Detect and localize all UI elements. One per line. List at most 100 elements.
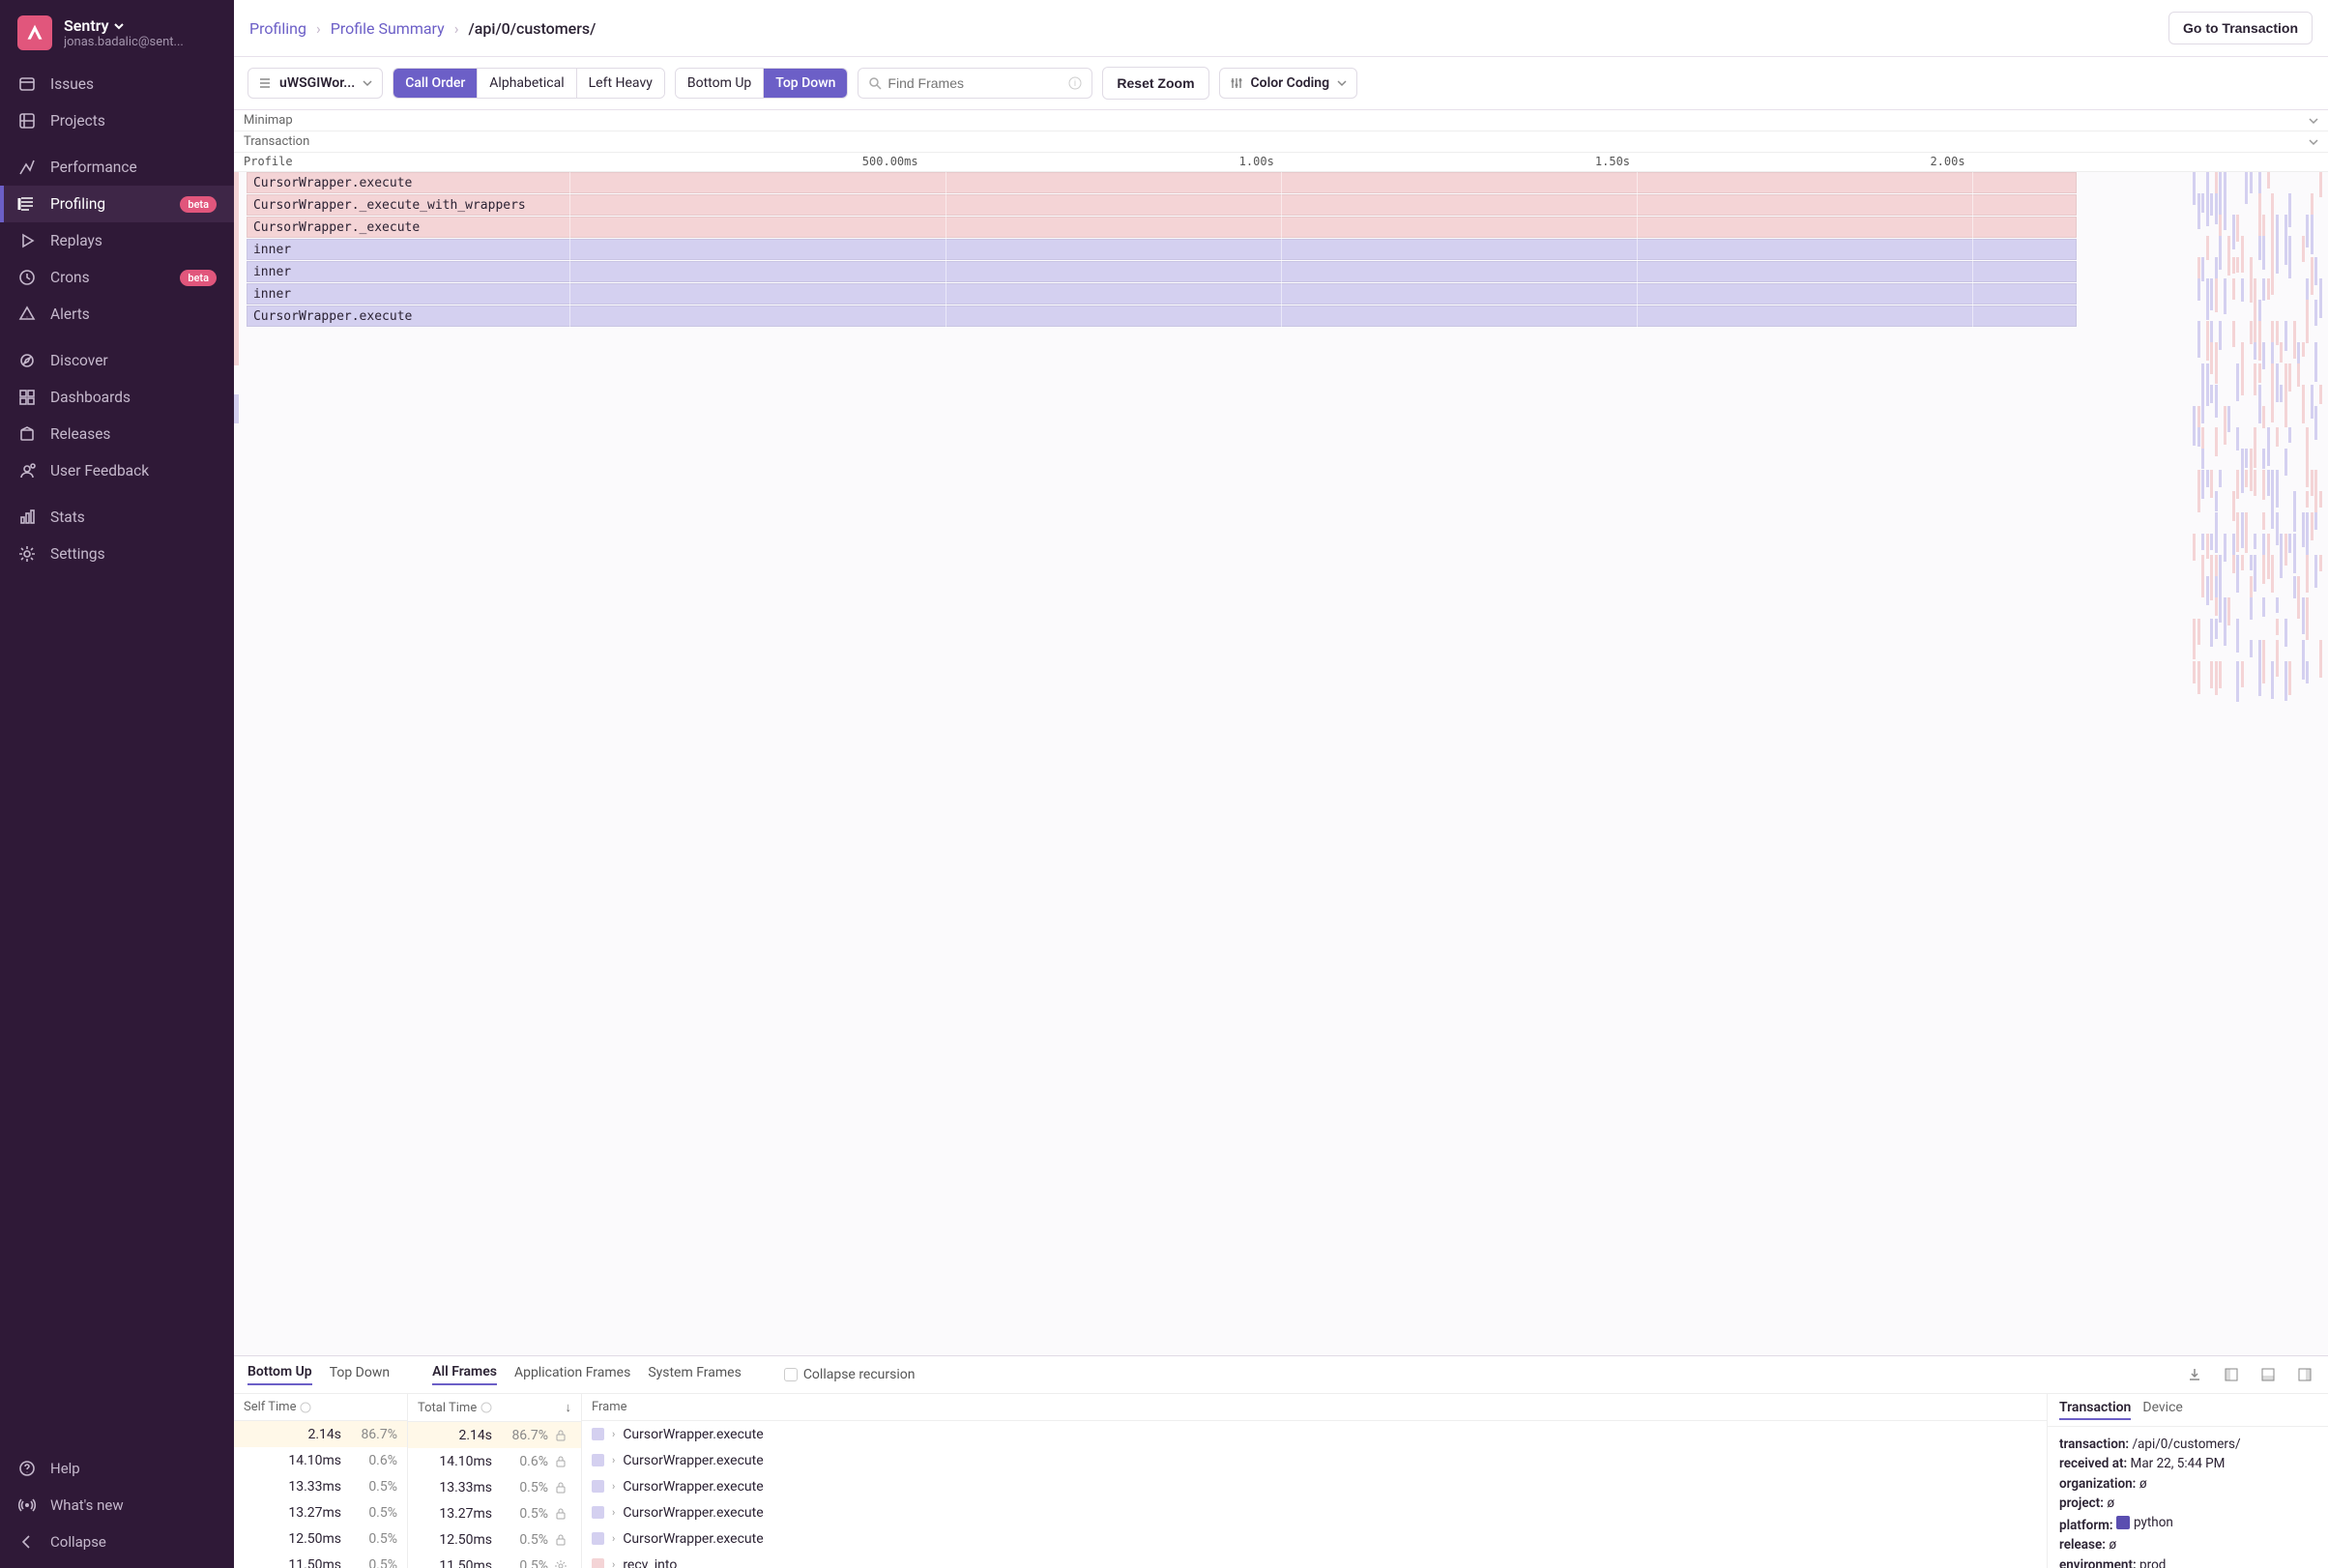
table-row[interactable]: 14.10ms0.6%: [234, 1447, 407, 1473]
tab-all-frames[interactable]: All Frames: [432, 1364, 497, 1385]
sidebar-footer-collapse[interactable]: Collapse: [0, 1524, 234, 1560]
table-row[interactable]: ›CursorWrapper.execute: [582, 1525, 2047, 1552]
sidebar-item-label: Profiling: [50, 195, 166, 213]
table-row[interactable]: ›recv_into: [582, 1552, 2047, 1568]
tab-top-down[interactable]: Top Down: [330, 1365, 390, 1384]
broadcast-icon: [17, 1495, 37, 1515]
main-content: Profiling›Profile Summary›/api/0/custome…: [234, 0, 2328, 1568]
transaction-section[interactable]: Transaction: [234, 131, 2328, 153]
table-row[interactable]: 13.27ms0.5%: [234, 1499, 407, 1525]
table-row[interactable]: ›CursorWrapper.execute: [582, 1447, 2047, 1473]
flame-bar[interactable]: CursorWrapper.execute: [247, 172, 2077, 193]
table-row[interactable]: 12.50ms0.5%: [234, 1525, 407, 1552]
segment-top-down[interactable]: Top Down: [764, 69, 847, 98]
tab-device[interactable]: Device: [2142, 1400, 2182, 1420]
segment-left-heavy[interactable]: Left Heavy: [577, 69, 664, 98]
tab-bottom-up[interactable]: Bottom Up: [247, 1364, 312, 1385]
flamegraph[interactable]: CursorWrapper.executeCursorWrapper._exec…: [234, 172, 2328, 1355]
table-row[interactable]: 11.50ms0.5%: [408, 1553, 581, 1568]
segment-bottom-up[interactable]: Bottom Up: [676, 69, 764, 98]
table-row[interactable]: 13.27ms0.5%: [408, 1500, 581, 1526]
lock-icon: [554, 1507, 571, 1521]
table-row[interactable]: 2.14s86.7%: [408, 1422, 581, 1448]
flame-bar[interactable]: CursorWrapper._execute: [247, 217, 2077, 238]
chevron-right-icon[interactable]: ›: [612, 1506, 615, 1519]
segment-alphabetical[interactable]: Alphabetical: [478, 69, 576, 98]
chevron-right-icon[interactable]: ›: [612, 1532, 615, 1545]
tab-application-frames[interactable]: Application Frames: [514, 1365, 630, 1384]
sidebar-item-dashboards[interactable]: Dashboards: [0, 379, 234, 416]
flame-bar[interactable]: inner: [247, 283, 2077, 305]
chevron-down-icon[interactable]: [2309, 137, 2318, 147]
sidebar-item-crons[interactable]: Cronsbeta: [0, 259, 234, 296]
breadcrumb-item[interactable]: Profiling: [249, 19, 306, 38]
flame-bar[interactable]: inner: [247, 239, 2077, 260]
chevron-right-icon[interactable]: ›: [612, 1480, 615, 1493]
chevron-right-icon[interactable]: ›: [612, 1428, 615, 1440]
table-row[interactable]: 2.14s86.7%: [234, 1421, 407, 1447]
layout-right-icon[interactable]: [2295, 1365, 2314, 1384]
color-swatch: [592, 1480, 604, 1493]
table-row[interactable]: 13.33ms0.5%: [408, 1474, 581, 1500]
segment-call-order[interactable]: Call Order: [393, 69, 478, 98]
sidebar-header[interactable]: Sentry jonas.badalic@sent...: [0, 0, 234, 66]
sidebar-item-profiling[interactable]: Profilingbeta: [0, 186, 234, 222]
sidebar-item-projects[interactable]: Projects: [0, 102, 234, 139]
projects-icon: [17, 111, 37, 131]
color-coding-selector[interactable]: Color Coding: [1219, 68, 1358, 99]
table-row[interactable]: 11.50ms0.5%: [234, 1552, 407, 1568]
gear-icon: [554, 1559, 571, 1568]
table-row[interactable]: 12.50ms0.5%: [408, 1526, 581, 1553]
sentry-logo-icon: [17, 15, 52, 50]
color-swatch: [592, 1558, 604, 1568]
tab-transaction[interactable]: Transaction: [2059, 1400, 2131, 1420]
tab-system-frames[interactable]: System Frames: [648, 1365, 742, 1384]
flame-bar[interactable]: inner: [247, 261, 2077, 282]
chevron-right-icon[interactable]: ›: [612, 1558, 615, 1568]
sidebar-item-replays[interactable]: Replays: [0, 222, 234, 259]
chevron-right-icon[interactable]: ›: [612, 1454, 615, 1466]
thread-selector[interactable]: uWSGIWor...: [247, 68, 383, 99]
frame-column: Frame ›CursorWrapper.execute›CursorWrapp…: [582, 1394, 2048, 1568]
color-swatch: [592, 1454, 604, 1466]
sidebar-footer-help[interactable]: Help: [0, 1450, 234, 1487]
lock-icon: [554, 1533, 571, 1547]
discover-icon: [17, 351, 37, 370]
table-row[interactable]: ›CursorWrapper.execute: [582, 1473, 2047, 1499]
chevron-down-icon[interactable]: [2309, 116, 2318, 126]
layout-left-icon[interactable]: [2222, 1365, 2241, 1384]
sidebar-item-performance[interactable]: Performance: [0, 149, 234, 186]
sort-descending-icon[interactable]: ↓: [566, 1400, 572, 1415]
org-switcher[interactable]: Sentry: [64, 16, 184, 35]
self-time-column: Self Time 2.14s86.7%14.10ms0.6%13.33ms0.…: [234, 1394, 408, 1568]
sidebar-item-alerts[interactable]: Alerts: [0, 296, 234, 333]
table-row[interactable]: ›CursorWrapper.execute: [582, 1421, 2047, 1447]
table-row[interactable]: 13.33ms0.5%: [234, 1473, 407, 1499]
sidebar-item-label: Issues: [50, 75, 217, 93]
go-to-transaction-button[interactable]: Go to Transaction: [2168, 12, 2313, 44]
search-input[interactable]: i: [858, 68, 1092, 99]
sidebar-item-issues[interactable]: Issues: [0, 66, 234, 102]
collapse-recursion-checkbox[interactable]: Collapse recursion: [784, 1367, 916, 1382]
sidebar-item-releases[interactable]: Releases: [0, 416, 234, 452]
breadcrumb-item[interactable]: Profile Summary: [331, 19, 445, 38]
flame-bar[interactable]: CursorWrapper._execute_with_wrappers: [247, 194, 2077, 216]
list-icon: [258, 76, 272, 90]
flame-gutter: [234, 172, 239, 1355]
flame-bar[interactable]: CursorWrapper.execute: [247, 305, 2077, 327]
reset-zoom-button[interactable]: Reset Zoom: [1102, 67, 1208, 100]
sidebar-footer-what-s-new[interactable]: What's new: [0, 1487, 234, 1524]
table-row[interactable]: 14.10ms0.6%: [408, 1448, 581, 1474]
issues-icon: [17, 74, 37, 94]
download-icon[interactable]: [2185, 1365, 2204, 1384]
sidebar-item-user-feedback[interactable]: User Feedback: [0, 452, 234, 489]
sidebar-item-discover[interactable]: Discover: [0, 342, 234, 379]
color-swatch: [592, 1428, 604, 1440]
table-row[interactable]: ›CursorWrapper.execute: [582, 1499, 2047, 1525]
chevron-down-icon: [113, 20, 125, 32]
releases-icon: [17, 424, 37, 444]
layout-bottom-icon[interactable]: [2258, 1365, 2278, 1384]
sidebar-item-settings[interactable]: Settings: [0, 536, 234, 572]
sidebar-item-stats[interactable]: Stats: [0, 499, 234, 536]
minimap-section[interactable]: Minimap: [234, 110, 2328, 131]
